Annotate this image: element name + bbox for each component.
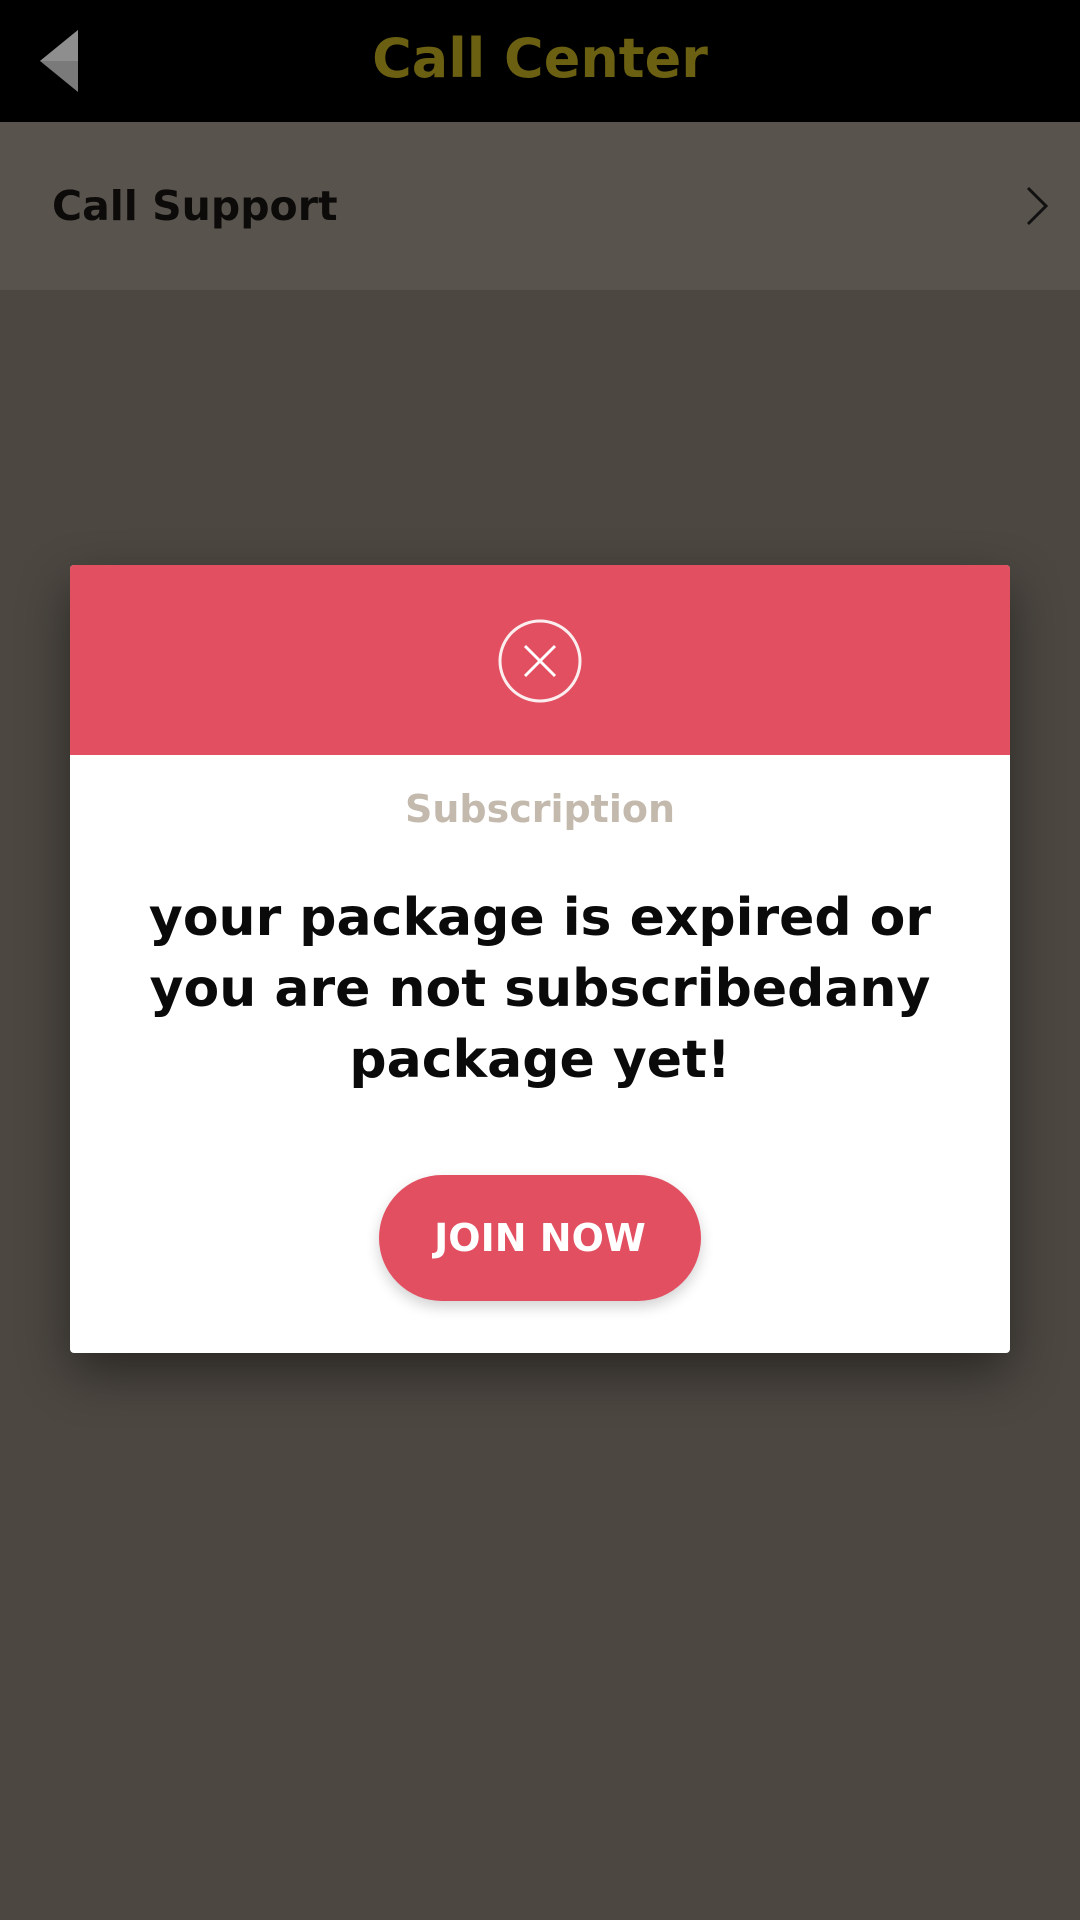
list-item-call-support[interactable]: Call Support [0,122,1080,290]
app-header: Call Center [0,0,1080,122]
chevron-right-icon [1022,184,1052,228]
close-circle-icon [497,618,583,704]
page-title: Call Center [372,27,708,90]
dialog-message: your package is expired or you are not s… [148,888,932,1090]
dialog-title: Subscription [404,787,676,831]
close-button[interactable] [497,618,583,704]
join-now-button[interactable]: JOIN NOW [379,1175,701,1301]
dialog-header [70,565,1010,755]
subscription-dialog: Subscription your package is expired or … [70,565,1010,1353]
list-item-label: Call Support [52,182,338,230]
